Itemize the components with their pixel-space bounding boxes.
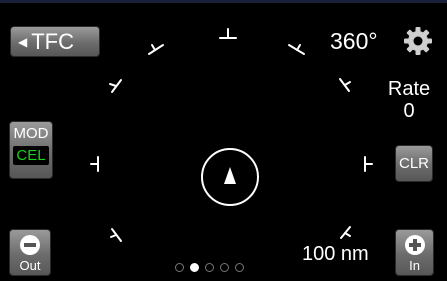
compass-tick-w xyxy=(90,156,99,172)
compass-tick-wnw xyxy=(109,79,122,93)
minus-circle-icon xyxy=(20,235,40,255)
range-readout: 100 nm xyxy=(302,243,369,265)
zoom-in-label: In xyxy=(409,258,420,273)
zoom-in-button[interactable]: In xyxy=(395,229,434,276)
zoom-out-button[interactable]: Out xyxy=(9,229,51,276)
mode-value: CEL xyxy=(13,146,49,165)
page-dot[interactable] xyxy=(175,263,184,272)
page-dot[interactable] xyxy=(205,263,214,272)
mode-label: MOD xyxy=(13,125,49,142)
rate-label: Rate xyxy=(387,78,431,100)
clear-button[interactable]: CLR xyxy=(395,145,433,182)
page-dot[interactable] xyxy=(190,263,199,272)
compass-tick-nne xyxy=(148,44,164,55)
compass-tick-e xyxy=(364,156,373,172)
traffic-button[interactable]: ◀ TFC xyxy=(10,26,100,57)
compass-tick-ese xyxy=(340,226,351,239)
page-dot[interactable] xyxy=(235,263,244,272)
heading-readout: 360° xyxy=(330,28,378,54)
compass-tick-wsw xyxy=(110,228,122,242)
traffic-button-label: TFC xyxy=(31,29,74,54)
plus-circle-icon xyxy=(404,235,425,255)
rate-value: 0 xyxy=(403,100,415,122)
zoom-out-label: Out xyxy=(19,258,41,273)
compass-tick-n xyxy=(219,28,237,39)
page-dot[interactable] xyxy=(220,263,229,272)
ownship-icon xyxy=(224,167,236,184)
compass-tick-ene xyxy=(339,78,351,92)
compass-tick-nnw xyxy=(288,44,305,55)
mode-button[interactable]: MOD CEL xyxy=(9,121,53,179)
left-arrow-icon: ◀ xyxy=(18,35,28,49)
page-indicator xyxy=(175,263,280,277)
gear-icon[interactable] xyxy=(403,26,433,56)
